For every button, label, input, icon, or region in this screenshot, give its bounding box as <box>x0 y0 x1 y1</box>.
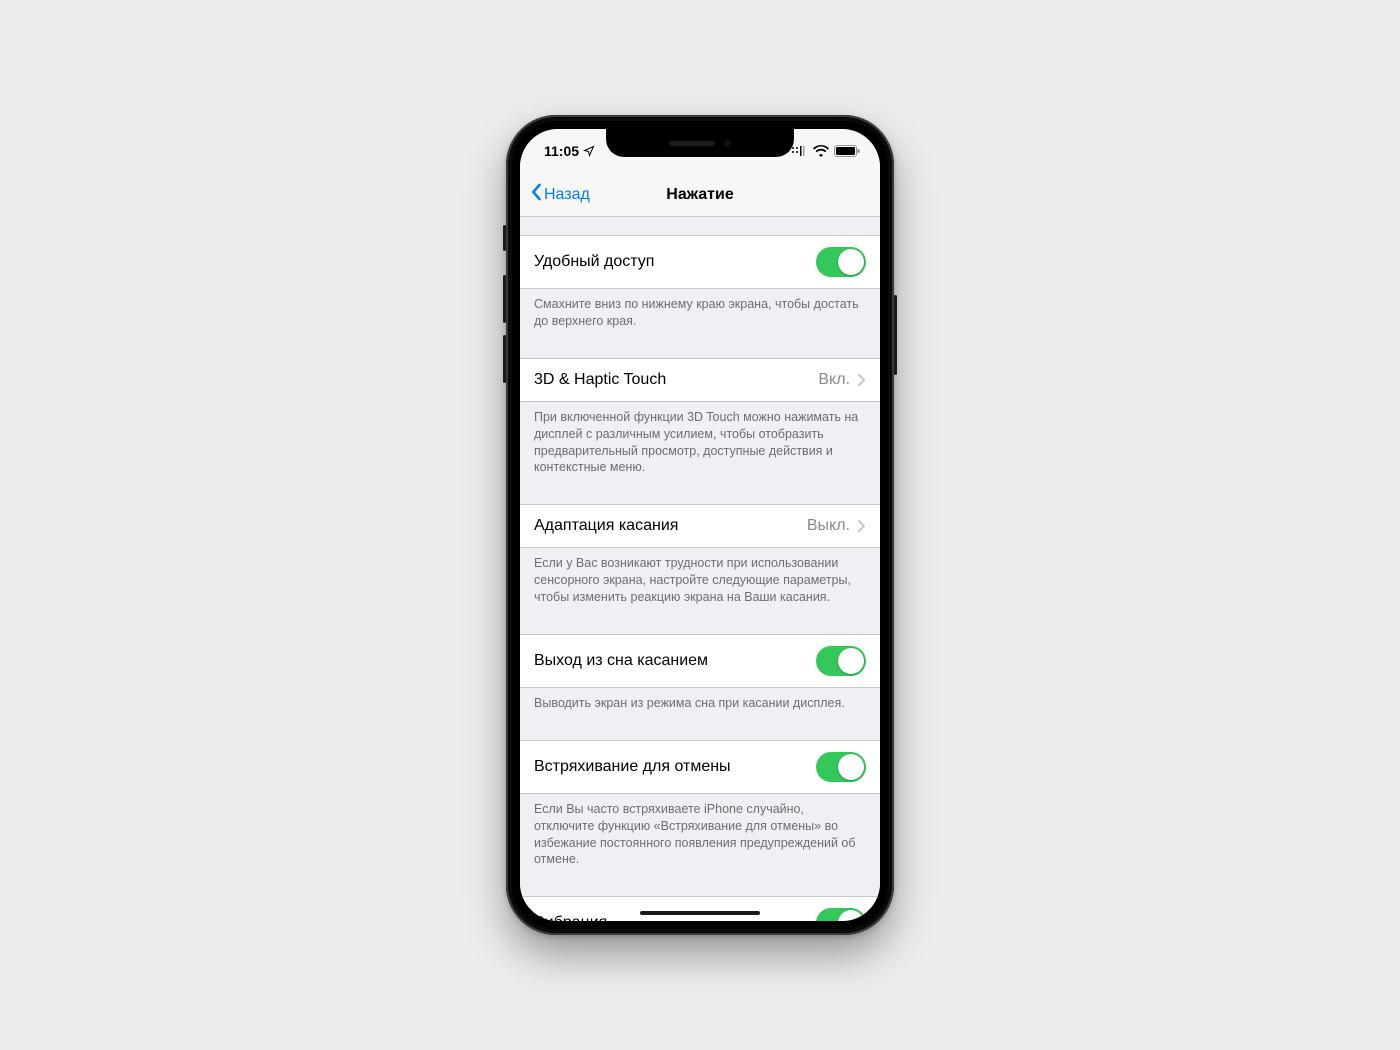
chevron-left-icon <box>530 183 542 206</box>
toggle-tap-to-wake[interactable] <box>816 646 866 676</box>
row-reachability[interactable]: Удобный доступ <box>520 235 880 289</box>
row-shake-to-undo[interactable]: Встряхивание для отмены <box>520 740 880 794</box>
row-label: Вибрация <box>534 914 607 921</box>
wifi-icon <box>813 145 829 157</box>
chevron-right-icon <box>858 374 866 386</box>
row-touch-accommodations[interactable]: Адаптация касания Выкл. <box>520 504 880 548</box>
volume-up-button <box>503 275 506 323</box>
back-button[interactable]: Назад <box>528 183 666 206</box>
row-label: Удобный доступ <box>534 253 654 271</box>
notch <box>606 129 794 157</box>
toggle-shake-to-undo[interactable] <box>816 752 866 782</box>
chevron-right-icon <box>858 520 866 532</box>
row-label: Адаптация касания <box>534 517 678 535</box>
toggle-reachability[interactable] <box>816 247 866 277</box>
row-haptic-touch[interactable]: 3D & Haptic Touch Вкл. <box>520 358 880 402</box>
row-label: 3D & Haptic Touch <box>534 371 666 389</box>
status-time: 11:05 <box>544 143 579 159</box>
navigation-bar: Назад Нажатие <box>520 173 880 217</box>
footer-touch-accom: Если у Вас возникают трудности при испол… <box>520 548 880 616</box>
footer-shake-undo: Если Вы часто встряхиваете iPhone случай… <box>520 794 880 879</box>
group-tap-wake: Выход из сна касанием Выводить экран из … <box>520 616 880 722</box>
toggle-vibration[interactable] <box>816 908 866 921</box>
row-label: Выход из сна касанием <box>534 652 708 670</box>
phone-frame: 11:05 <box>506 115 894 935</box>
group-haptic: 3D & Haptic Touch Вкл. При включенной фу… <box>520 340 880 487</box>
front-camera <box>723 139 732 148</box>
group-shake-undo: Встряхивание для отмены Если Вы часто вс… <box>520 722 880 879</box>
settings-content[interactable]: Удобный доступ Смахните вниз по нижнему … <box>520 217 880 921</box>
row-vibration[interactable]: Вибрация <box>520 896 880 921</box>
row-tap-to-wake[interactable]: Выход из сна касанием <box>520 634 880 688</box>
footer-tap-wake: Выводить экран из режима сна при касании… <box>520 688 880 722</box>
location-arrow-icon <box>583 145 595 157</box>
group-reachability: Удобный доступ Смахните вниз по нижнему … <box>520 217 880 340</box>
screen: 11:05 <box>520 129 880 921</box>
power-button <box>894 295 897 375</box>
row-label: Встряхивание для отмены <box>534 758 731 776</box>
back-label: Назад <box>544 186 590 204</box>
group-touch-accom: Адаптация касания Выкл. Если у Вас возни… <box>520 486 880 616</box>
volume-down-button <box>503 335 506 383</box>
mute-switch <box>503 225 506 251</box>
speaker-grille <box>669 141 715 146</box>
row-value: Выкл. <box>807 517 850 535</box>
dual-sim-icon <box>790 145 808 157</box>
row-value: Вкл. <box>818 371 850 389</box>
page-title: Нажатие <box>666 186 733 204</box>
home-indicator[interactable] <box>640 911 760 915</box>
battery-icon <box>834 145 860 157</box>
footer-reachability: Смахните вниз по нижнему краю экрана, чт… <box>520 289 880 340</box>
footer-haptic: При включенной функции 3D Touch можно на… <box>520 402 880 487</box>
